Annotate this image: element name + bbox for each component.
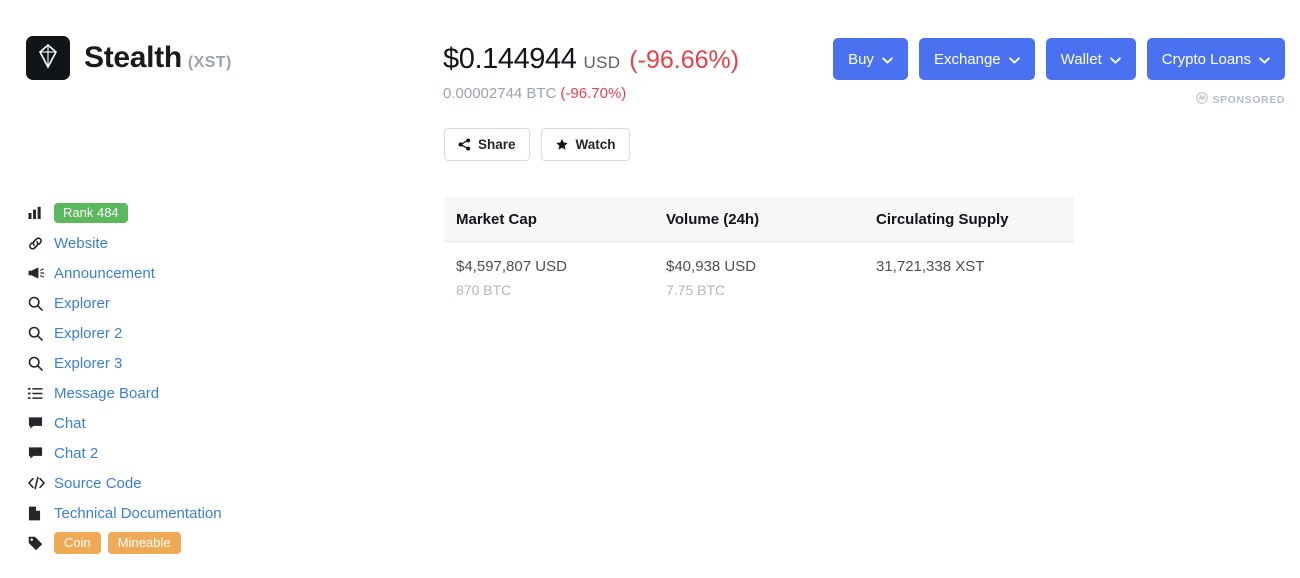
sidebar-link-label: Explorer 3 — [54, 355, 122, 372]
sidebar-link-label: Explorer — [54, 295, 110, 312]
wallet-button-label: Wallet — [1061, 51, 1102, 68]
sidebar-item-explorer[interactable]: Explorer — [28, 288, 278, 318]
column-header-circulating-supply: Circulating Supply — [864, 197, 1074, 241]
table-header-row: Market Cap Volume (24h) Circulating Supp… — [444, 197, 1074, 242]
sidebar-item-source-code[interactable]: Source Code — [28, 468, 278, 498]
wallet-button[interactable]: Wallet — [1046, 38, 1136, 80]
sidebar-item-explorer-3[interactable]: Explorer 3 — [28, 348, 278, 378]
price-currency-label: USD — [584, 53, 621, 73]
link-icon — [28, 236, 54, 251]
sidebar-item-website[interactable]: Website — [28, 228, 278, 258]
market-cap-value: $4,597,807 USD — [456, 258, 654, 275]
buy-button[interactable]: Buy — [833, 38, 908, 80]
share-icon — [458, 138, 471, 151]
chevron-down-icon — [1009, 51, 1020, 68]
price-btc: 0.00002744 BTC — [443, 85, 556, 102]
market-cap-btc-value: 870 BTC — [456, 282, 654, 298]
sponsored-text: SPONSORED — [1213, 94, 1286, 106]
price-main-row: $0.144944 USD (-96.66%) — [443, 43, 739, 76]
chevron-down-icon — [882, 51, 893, 68]
coin-logo — [26, 36, 70, 80]
adchoices-icon — [1196, 92, 1208, 107]
price-block: $0.144944 USD (-96.66%) 0.00002744 BTC(-… — [443, 43, 739, 102]
tag-icon — [28, 536, 54, 551]
rank-badge[interactable]: Rank 484 — [54, 203, 128, 223]
market-stats-table: Market Cap Volume (24h) Circulating Supp… — [444, 197, 1074, 298]
sidebar-item-chat-2[interactable]: Chat 2 — [28, 438, 278, 468]
sidebar-item-rank: Rank 484 — [28, 198, 278, 228]
search-icon — [28, 296, 54, 311]
chat-icon — [28, 416, 54, 430]
coin-ticker: (XST) — [188, 54, 232, 71]
coin-links-sidebar: Rank 484 Website Announcement — [28, 198, 278, 558]
sidebar-item-message-board[interactable]: Message Board — [28, 378, 278, 408]
chevron-down-icon — [1110, 51, 1121, 68]
coin-identity: Stealth (XST) — [26, 36, 232, 80]
sidebar-link-label: Source Code — [54, 475, 142, 492]
sidebar-item-chat[interactable]: Chat — [28, 408, 278, 438]
sidebar-item-technical-documentation[interactable]: Technical Documentation — [28, 498, 278, 528]
bar-chart-icon — [28, 206, 54, 220]
share-button[interactable]: Share — [444, 128, 530, 161]
column-header-market-cap: Market Cap — [444, 197, 654, 241]
price-change-usd: (-96.66%) — [629, 46, 739, 75]
cell-circulating-supply: 31,721,338 XST — [864, 258, 1074, 298]
tag-mineable[interactable]: Mineable — [108, 532, 181, 554]
sidebar-link-label: Message Board — [54, 385, 159, 402]
sidebar-item-announcement[interactable]: Announcement — [28, 258, 278, 288]
crypto-loans-button-label: Crypto Loans — [1162, 51, 1251, 68]
tag-list: Coin Mineable — [54, 532, 181, 554]
price-usd: $0.144944 — [443, 43, 577, 76]
tag-coin[interactable]: Coin — [54, 532, 101, 554]
coin-title-wrap: Stealth (XST) — [84, 43, 232, 73]
exchange-button[interactable]: Exchange — [919, 38, 1035, 80]
action-buttons: Share Watch — [444, 128, 630, 161]
cell-market-cap: $4,597,807 USD 870 BTC — [444, 258, 654, 298]
watch-button[interactable]: Watch — [541, 128, 630, 161]
cell-volume: $40,938 USD 7.75 BTC — [654, 258, 864, 298]
search-icon — [28, 326, 54, 341]
megaphone-icon — [28, 266, 54, 280]
search-icon — [28, 356, 54, 371]
sidebar-link-label: Explorer 2 — [54, 325, 122, 342]
page-title: Stealth — [84, 41, 182, 74]
watch-button-label: Watch — [576, 137, 616, 152]
crypto-loans-button[interactable]: Crypto Loans — [1147, 38, 1285, 80]
sidebar-item-explorer-2[interactable]: Explorer 2 — [28, 318, 278, 348]
buy-button-label: Buy — [848, 51, 874, 68]
nav-button-group: Buy Exchange Wallet Crypto Loans — [833, 38, 1285, 80]
list-icon — [28, 387, 54, 400]
star-icon — [555, 138, 569, 151]
file-icon — [28, 506, 54, 521]
sidebar-link-label: Chat — [54, 415, 86, 432]
volume-value: $40,938 USD — [666, 258, 864, 275]
column-header-volume: Volume (24h) — [654, 197, 864, 241]
exchange-button-label: Exchange — [934, 51, 1001, 68]
sidebar-item-tags: Coin Mineable — [28, 528, 278, 558]
volume-btc-value: 7.75 BTC — [666, 282, 864, 298]
sponsored-label: SPONSORED — [1196, 92, 1286, 107]
coin-detail-page: Stealth (XST) $0.144944 USD (-96.66%) 0.0… — [0, 0, 1300, 578]
sidebar-link-label: Announcement — [54, 265, 155, 282]
gem-icon — [36, 43, 60, 74]
sidebar-link-label: Technical Documentation — [54, 505, 222, 522]
circulating-supply-value: 31,721,338 XST — [876, 258, 1074, 275]
price-btc-row: 0.00002744 BTC(-96.70%) — [443, 85, 739, 102]
share-button-label: Share — [478, 137, 516, 152]
sidebar-link-label: Website — [54, 235, 108, 252]
table-row: $4,597,807 USD 870 BTC $40,938 USD 7.75 … — [444, 242, 1074, 298]
chat-icon — [28, 446, 54, 460]
sidebar-link-label: Chat 2 — [54, 445, 98, 462]
chevron-down-icon — [1259, 51, 1270, 68]
price-change-btc: (-96.70%) — [560, 85, 626, 102]
code-icon — [28, 476, 54, 490]
